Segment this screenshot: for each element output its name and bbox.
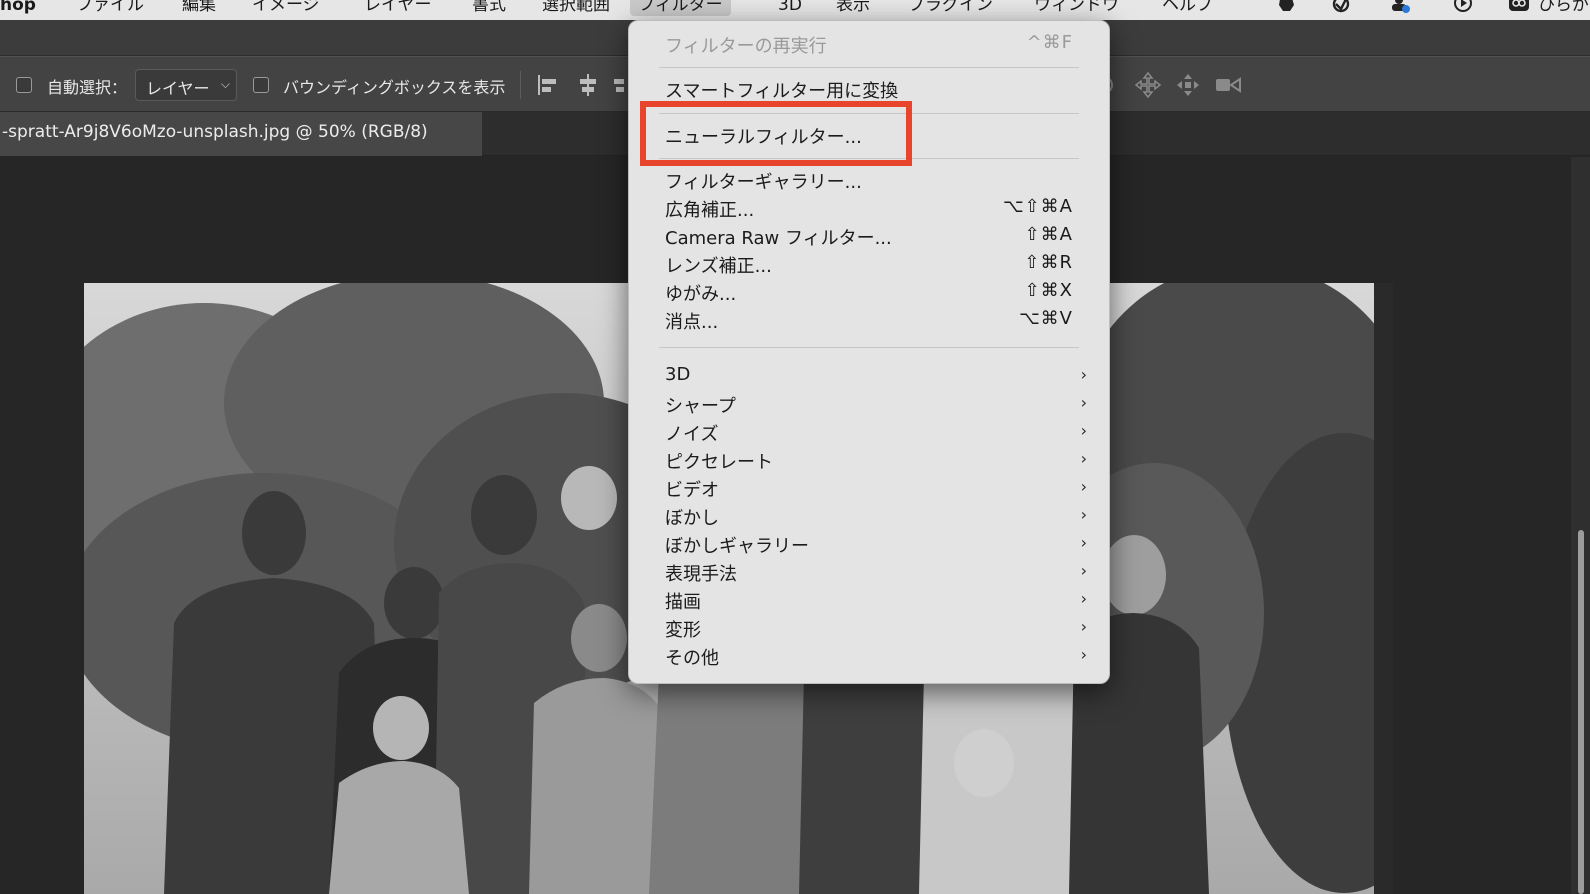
menu-item-convert-smart-filters[interactable]: スマートフィルター用に変換 <box>629 76 1111 104</box>
menu-item-blur-gallery[interactable]: ぼかしギャラリー › <box>629 531 1111 559</box>
menu-item-label: Camera Raw フィルター... <box>665 228 892 249</box>
evernote-icon[interactable] <box>1276 0 1298 15</box>
scrollbar-thumb[interactable] <box>1578 530 1584 894</box>
chevron-right-icon: › <box>1080 561 1087 580</box>
chevron-right-icon: › <box>1080 449 1087 468</box>
user-status-icon[interactable] <box>1390 0 1412 15</box>
menu-item-stylize[interactable]: 表現手法 › <box>629 559 1111 587</box>
play-icon[interactable] <box>1452 0 1474 15</box>
input-method-indicator[interactable]: ひらが <box>1538 0 1589 16</box>
menu-item-blur[interactable]: ぼかし › <box>629 503 1111 531</box>
menu-item-shortcut: ⇧⌘R <box>1024 252 1073 273</box>
menu-item-label: ぼかしギャラリー <box>665 536 809 557</box>
menu-item-sharpen[interactable]: シャープ › <box>629 391 1111 419</box>
align-horizontal-centers-icon[interactable] <box>574 71 602 99</box>
menu-item-label: ピクセレート <box>665 452 773 473</box>
menu-item-video[interactable]: ビデオ › <box>629 475 1111 503</box>
menu-image[interactable]: イメージ <box>252 0 320 16</box>
chevron-right-icon: › <box>1080 533 1087 552</box>
menu-item-noise[interactable]: ノイズ › <box>629 419 1111 447</box>
chevron-right-icon: › <box>1080 393 1087 412</box>
menu-item-adaptive-wide-angle[interactable]: 広角補正... ⌥⇧⌘A <box>629 195 1111 223</box>
menu-help[interactable]: ヘルプ <box>1162 0 1213 16</box>
menu-item-label: ゆがみ... <box>665 284 737 305</box>
menu-window[interactable]: ウィンドウ <box>1034 0 1119 16</box>
menu-item-label: 広角補正... <box>665 200 755 221</box>
filter-menu: フィルターの再実行 ^⌘F スマートフィルター用に変換 ニューラルフィルター..… <box>628 20 1110 684</box>
menu-separator <box>659 347 1079 348</box>
menu-filter[interactable]: フィルター <box>630 0 731 16</box>
chevron-right-icon: › <box>1080 365 1087 384</box>
menu-item-shortcut: ⇧⌘X <box>1024 280 1073 301</box>
menu-item-pixelate[interactable]: ピクセレート › <box>629 447 1111 475</box>
menu-item-distort[interactable]: 変形 › <box>629 615 1111 643</box>
menu-item-label: 描画 <box>665 592 701 613</box>
menu-item-label: 3D <box>665 364 691 385</box>
menu-item-shortcut: ⇧⌘A <box>1024 224 1073 245</box>
neural-filters-highlight-box <box>640 101 912 166</box>
menu-item-label: 表現手法 <box>665 564 737 585</box>
auto-select-label: 自動選択： <box>47 78 128 97</box>
menu-item-label: フィルターの再実行 <box>665 36 827 57</box>
menu-type[interactable]: 書式 <box>472 0 506 16</box>
menu-item-3d[interactable]: 3D › <box>629 363 1111 391</box>
chevron-right-icon: › <box>1080 617 1087 636</box>
menu-layer[interactable]: レイヤー <box>364 0 432 16</box>
menu-item-label: ぼかし <box>665 508 719 529</box>
chevron-right-icon: › <box>1080 477 1087 496</box>
menu-item-vanishing-point[interactable]: 消点... ⌥⌘V <box>629 307 1111 335</box>
menu-item-other[interactable]: その他 › <box>629 643 1111 671</box>
creative-cloud-icon[interactable] <box>1508 0 1530 15</box>
document-tab-title: -spratt-Ar9j8V6oMzo-unsplash.jpg @ 50% (… <box>2 122 428 142</box>
sync-icon[interactable] <box>1330 0 1352 15</box>
menu-item-lens-correction[interactable]: レンズ補正... ⇧⌘R <box>629 251 1111 279</box>
pan-3d-icon[interactable] <box>1134 71 1162 99</box>
menu-item-label: ノイズ <box>665 424 719 445</box>
menu-3d[interactable]: 3D <box>778 0 802 16</box>
menu-bar: hop ファイル 編集 イメージ レイヤー 書式 選択範囲 フィルター 3D 表… <box>0 0 1590 20</box>
chevron-right-icon: › <box>1080 589 1087 608</box>
menu-item-label: シャープ <box>665 396 736 417</box>
menu-item-label: ビデオ <box>665 480 719 501</box>
menu-file[interactable]: ファイル <box>76 0 144 16</box>
menu-edit[interactable]: 編集 <box>182 0 216 16</box>
video-camera-icon[interactable] <box>1214 71 1242 99</box>
menu-item-label: レンズ補正... <box>665 256 772 277</box>
bounding-box-label: バウンディングボックスを表示 <box>283 78 506 97</box>
chevron-down-icon: ⌵ <box>220 77 230 91</box>
toolbar-divider <box>520 71 521 99</box>
slide-3d-icon[interactable] <box>1174 71 1202 99</box>
document-tab[interactable]: -spratt-Ar9j8V6oMzo-unsplash.jpg @ 50% (… <box>0 112 482 156</box>
auto-select-target-value: レイヤー <box>146 79 210 98</box>
menu-item-shortcut: ^⌘F <box>1026 32 1073 53</box>
menu-item-shortcut: ⌥⌘V <box>1018 308 1073 329</box>
chevron-right-icon: › <box>1080 645 1087 664</box>
auto-select-target-dropdown[interactable]: レイヤー ⌵ <box>135 69 237 101</box>
menu-item-label: 消点... <box>665 312 719 333</box>
auto-select-checkbox[interactable] <box>16 77 32 93</box>
menu-item-label: スマートフィルター用に変換 <box>665 81 899 102</box>
chevron-right-icon: › <box>1080 421 1087 440</box>
menu-select[interactable]: 選択範囲 <box>542 0 610 16</box>
bounding-box-checkbox[interactable] <box>253 77 269 93</box>
menu-item-liquify[interactable]: ゆがみ... ⇧⌘X <box>629 279 1111 307</box>
menu-item-label: 変形 <box>665 620 701 641</box>
align-left-edges-icon[interactable] <box>534 71 562 99</box>
chevron-right-icon: › <box>1080 505 1087 524</box>
menu-item-label: フィルターギャラリー... <box>665 172 862 193</box>
menu-plugins[interactable]: プラグイン <box>908 0 993 16</box>
menu-item-camera-raw-filter[interactable]: Camera Raw フィルター... ⇧⌘A <box>629 223 1111 251</box>
menu-item-shortcut: ⌥⇧⌘A <box>1002 196 1073 217</box>
menu-separator <box>659 67 1079 68</box>
app-menu[interactable]: hop <box>0 0 36 16</box>
menu-view[interactable]: 表示 <box>836 0 870 16</box>
photoshop-window: hop ファイル 編集 イメージ レイヤー 書式 選択範囲 フィルター 3D 表… <box>0 0 1590 894</box>
menu-item-render[interactable]: 描画 › <box>629 587 1111 615</box>
menu-item-label: その他 <box>665 648 719 669</box>
menu-item-reapply-filter: フィルターの再実行 ^⌘F <box>629 31 1111 59</box>
menu-item-filter-gallery[interactable]: フィルターギャラリー... <box>629 167 1111 195</box>
